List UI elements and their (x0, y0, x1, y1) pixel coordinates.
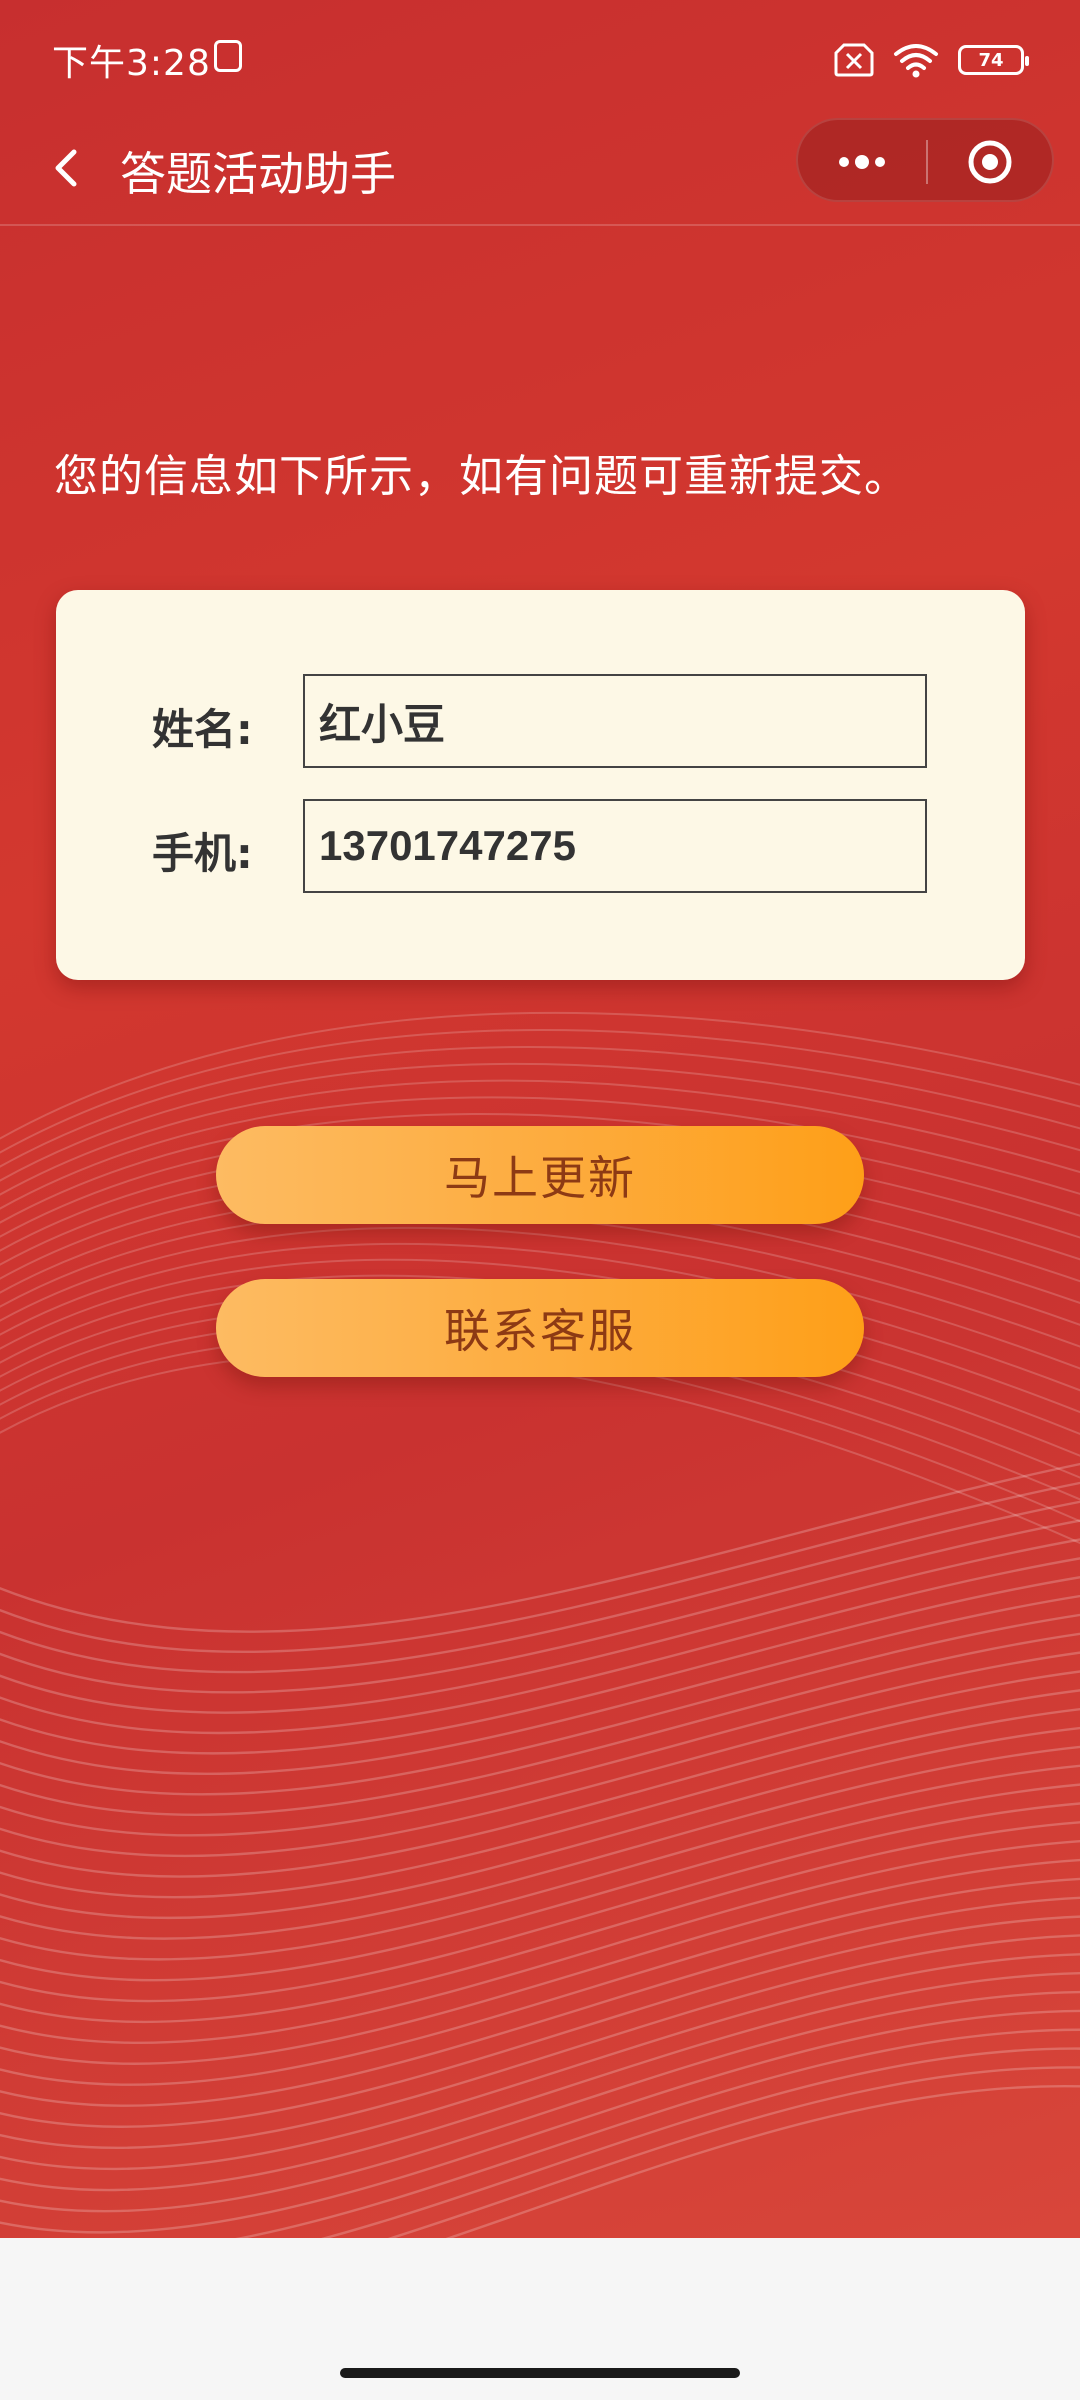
battery-icon: 74 (958, 45, 1029, 75)
battery-level: 74 (978, 49, 1004, 71)
wifi-icon (894, 44, 938, 78)
capsule-divider (926, 140, 928, 184)
app-screen: 下午3:28 74 答题活动助手 您的信息如下所示，如有问题可重新提交。 姓名:… (0, 0, 1080, 2400)
update-button[interactable]: 马上更新 (216, 1126, 864, 1224)
phone-label: 手机: (152, 829, 253, 878)
page-title: 答题活动助手 (120, 147, 396, 201)
home-indicator (340, 2368, 740, 2378)
status-icons: 74 (834, 40, 1029, 80)
close-circle-icon[interactable] (966, 138, 1014, 186)
phone-field[interactable] (303, 799, 927, 893)
name-label: 姓名: (152, 705, 253, 754)
sim-card-icon (214, 40, 242, 72)
no-sim-icon (834, 43, 874, 77)
info-card: 姓名: 手机: (56, 590, 1025, 980)
mini-program-capsule (796, 118, 1054, 202)
red-background (0, 0, 1080, 2238)
contact-service-button[interactable]: 联系客服 (216, 1279, 864, 1377)
info-notice: 您的信息如下所示，如有问题可重新提交。 (54, 451, 909, 502)
status-bar: 下午3:28 74 (0, 0, 1080, 112)
chevron-left-icon[interactable] (40, 140, 96, 196)
status-time: 下午3:28 (52, 43, 211, 84)
more-dots-icon[interactable] (832, 142, 892, 182)
name-field[interactable] (303, 674, 927, 768)
nav-bar: 答题活动助手 (0, 112, 1080, 226)
wave-lines-decoration (0, 1011, 1080, 2238)
